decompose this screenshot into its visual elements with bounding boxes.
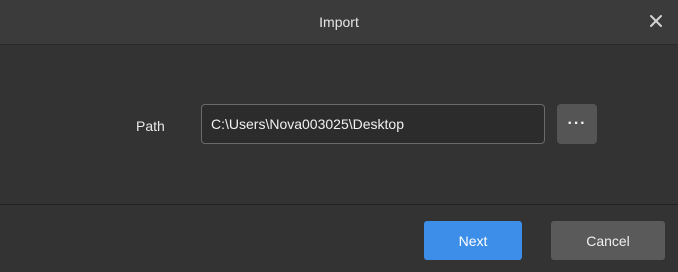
cancel-button[interactable]: Cancel xyxy=(551,221,665,260)
path-input[interactable] xyxy=(201,104,545,144)
import-dialog: Import Path ··· Next Cancel xyxy=(0,0,678,272)
browse-button[interactable]: ··· xyxy=(557,104,597,144)
next-button[interactable]: Next xyxy=(424,221,522,260)
dialog-footer: Next Cancel xyxy=(0,204,678,272)
dialog-content: Path ··· xyxy=(0,45,678,204)
dialog-titlebar: Import xyxy=(0,0,678,45)
path-label: Path xyxy=(136,118,165,134)
dialog-title: Import xyxy=(319,14,359,30)
close-icon[interactable] xyxy=(646,11,666,31)
